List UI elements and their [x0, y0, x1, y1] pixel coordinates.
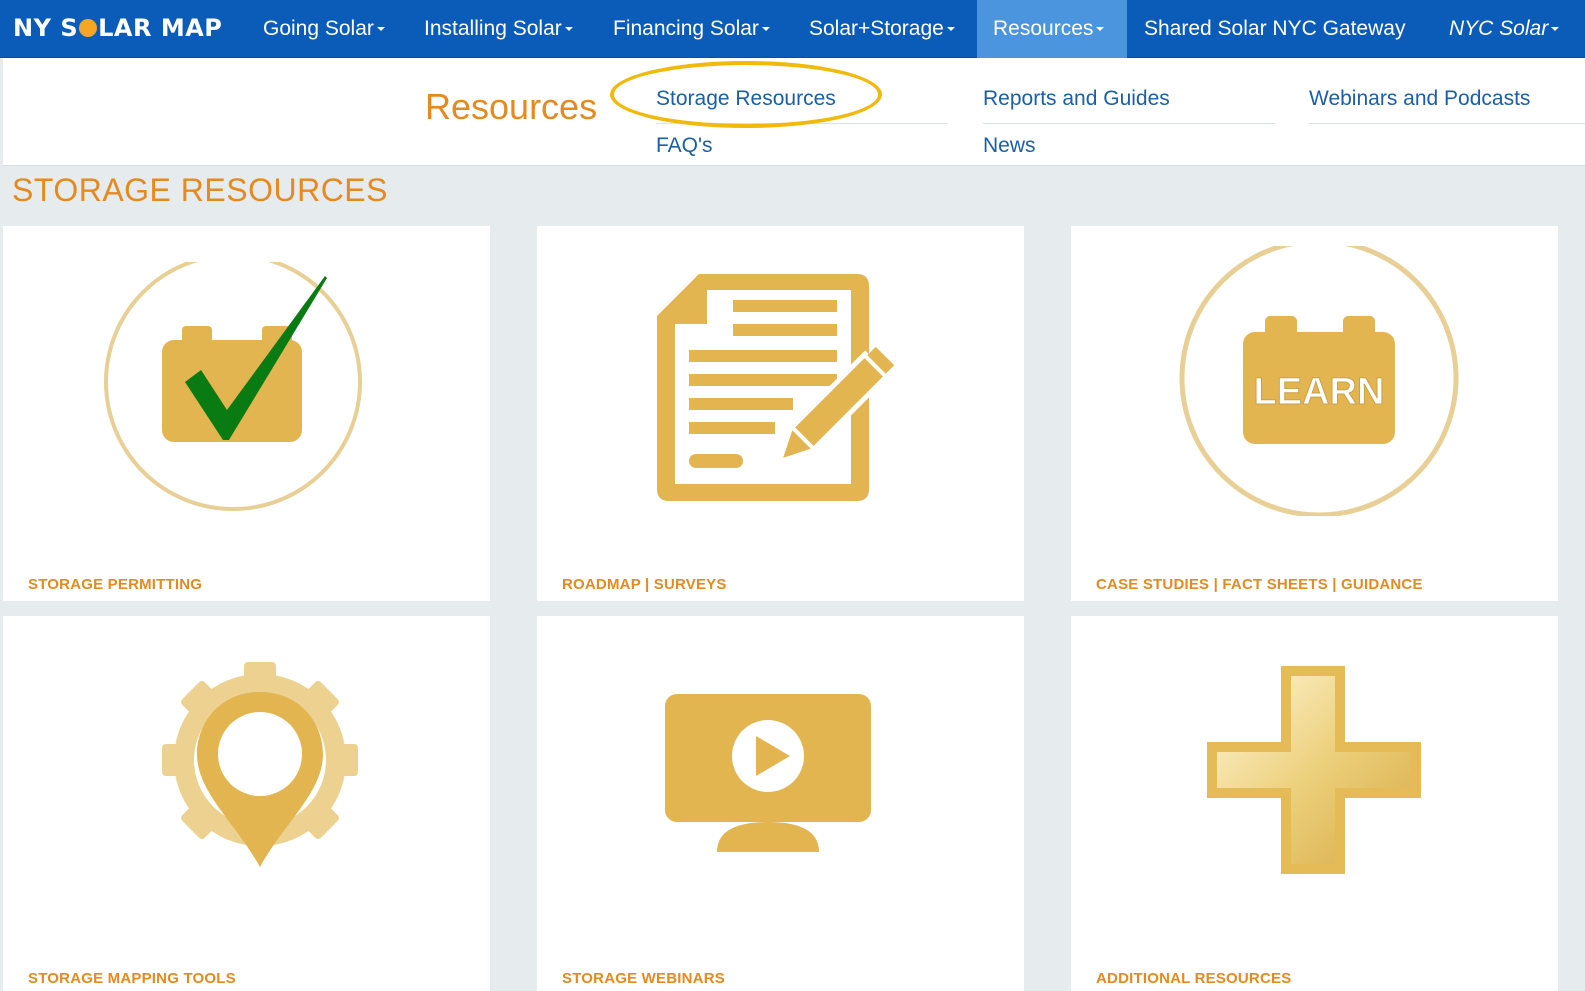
sun-icon [79, 19, 98, 37]
nav-label: NYC Solar [1449, 17, 1549, 40]
nav-installing-solar[interactable]: Installing Solar [408, 0, 589, 58]
battery-learn-icon: LEARN [1179, 246, 1459, 516]
caret-down-icon [761, 27, 770, 31]
card-label: STORAGE PERMITTING [28, 576, 203, 593]
nav-label: Going Solar [263, 17, 374, 40]
card-label: ROADMAP | SURVEYS [562, 576, 727, 593]
nav-shared-solar-nyc-gateway[interactable]: Shared Solar NYC Gateway [1128, 0, 1421, 58]
logo-text-end: LAR MAP [98, 14, 223, 42]
link-reports-and-guides[interactable]: Reports and Guides [983, 87, 1170, 111]
plus-icon [1207, 666, 1421, 874]
card-label: STORAGE MAPPING TOOLS [28, 970, 236, 987]
card-label: ADDITIONAL RESOURCES [1096, 970, 1292, 987]
caret-down-icon [564, 27, 573, 31]
caret-down-icon [1096, 27, 1105, 31]
nav-going-solar[interactable]: Going Solar [247, 0, 401, 58]
link-news[interactable]: News [983, 134, 1036, 158]
nav-nyc-solar[interactable]: NYC Solar [1433, 0, 1560, 58]
link-faqs[interactable]: FAQ's [656, 134, 713, 158]
card-case-studies[interactable]: LEARN CASE STUDIES | FACT SHEETS | GUIDA… [1071, 226, 1558, 601]
nav-label: Installing Solar [424, 17, 562, 40]
caret-down-icon [1551, 27, 1560, 31]
nav-label: Solar+Storage [809, 17, 944, 40]
nav-solar-storage[interactable]: Solar+Storage [793, 0, 971, 58]
battery-check-icon [104, 262, 362, 511]
nav-label: Financing Solar [613, 17, 759, 40]
caret-down-icon [376, 27, 385, 31]
caret-down-icon [946, 27, 955, 31]
card-storage-webinars[interactable]: STORAGE WEBINARS [537, 616, 1024, 991]
link-webinars-and-podcasts[interactable]: Webinars and Podcasts [1309, 87, 1530, 111]
divider [1309, 123, 1585, 124]
nav-financing-solar[interactable]: Financing Solar [597, 0, 786, 58]
card-storage-mapping-tools[interactable]: STORAGE MAPPING TOOLS [3, 616, 490, 991]
card-label: CASE STUDIES | FACT SHEETS | GUIDANCE [1096, 576, 1423, 593]
section-title: STORAGE RESOURCES [12, 172, 388, 208]
nav-label: Shared Solar NYC Gateway [1144, 17, 1406, 40]
logo-text-start: NY S [13, 14, 79, 42]
card-roadmap-surveys[interactable]: ROADMAP | SURVEYS [537, 226, 1024, 601]
card-label: STORAGE WEBINARS [562, 970, 725, 987]
learn-text: LEARN [1254, 371, 1385, 413]
card-storage-permitting[interactable]: STORAGE PERMITTING [3, 226, 490, 601]
site-logo[interactable]: NY S LAR MAP [13, 14, 222, 42]
video-monitor-icon [665, 694, 871, 852]
highlight-circle [610, 61, 882, 128]
divider [983, 123, 1275, 124]
nav-resources[interactable]: Resources [977, 0, 1127, 58]
card-additional-resources[interactable]: ADDITIONAL RESOURCES [1071, 616, 1558, 991]
document-pencil-icon [657, 274, 895, 501]
dropdown-title: Resources [425, 86, 598, 127]
top-navigation: NY S LAR MAP Going Solar Installing Solar… [0, 0, 1585, 58]
nav-label: Resources [993, 17, 1094, 40]
gear-pin-icon [162, 662, 358, 867]
